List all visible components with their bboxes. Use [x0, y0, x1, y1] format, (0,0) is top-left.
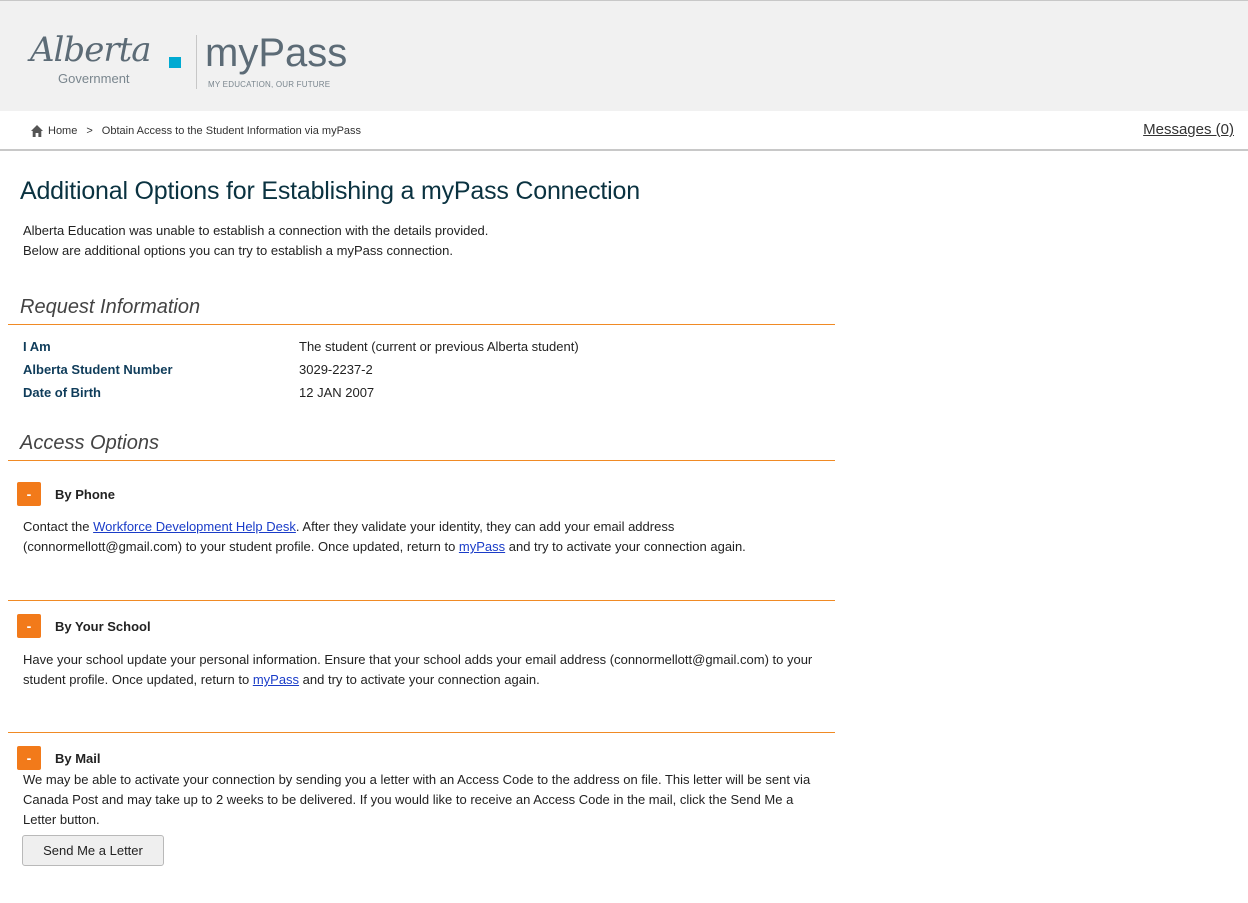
info-label: I Am	[23, 339, 51, 354]
info-label: Alberta Student Number	[23, 362, 173, 377]
alberta-logo-square	[169, 57, 181, 68]
by-school-text: Have your school update your personal in…	[23, 650, 823, 690]
mypass-link[interactable]: myPass	[459, 539, 505, 554]
by-mail-text: We may be able to activate your connecti…	[23, 772, 811, 827]
collapse-toggle-button[interactable]: -	[17, 614, 41, 638]
breadcrumb-separator: >	[86, 125, 93, 137]
page-title: Additional Options for Establishing a my…	[20, 177, 640, 205]
helpdesk-link[interactable]: Workforce Development Help Desk	[93, 519, 296, 534]
by-school-divider	[8, 732, 835, 733]
info-value: The student (current or previous Alberta…	[299, 339, 579, 354]
intro-line-2: Below are additional options you can try…	[23, 243, 453, 258]
messages-link[interactable]: Messages (0)	[1143, 121, 1234, 139]
phone-text-part: and try to activate your connection agai…	[505, 539, 746, 554]
mypass-logo-text: myPass	[205, 31, 348, 75]
info-value: 12 JAN 2007	[299, 385, 375, 400]
breadcrumb-home-link[interactable]: Home	[48, 124, 77, 138]
alberta-mypass-logo[interactable]: Alberta Government myPass MY EDUCATION, …	[30, 31, 370, 93]
by-phone-header[interactable]: - By Phone	[17, 482, 115, 506]
request-information-divider	[8, 324, 835, 325]
request-information-heading: Request Information	[20, 296, 201, 318]
by-mail-title: By Mail	[55, 750, 101, 766]
by-phone-divider	[8, 600, 835, 601]
by-school-header[interactable]: - By Your School	[17, 614, 151, 638]
send-me-a-letter-button[interactable]: Send Me a Letter	[22, 835, 164, 866]
intro-text: Alberta Education was unable to establis…	[23, 221, 488, 261]
government-text: Government	[58, 71, 130, 86]
by-mail-header[interactable]: - By Mail	[17, 746, 101, 770]
access-options-heading: Access Options	[20, 432, 159, 454]
intro-line-1: Alberta Education was unable to establis…	[23, 223, 489, 238]
access-options-divider	[8, 460, 835, 461]
breadcrumb-bar: Home > Obtain Access to the Student Info…	[0, 111, 1248, 151]
alberta-logo-text: Alberta	[30, 30, 151, 70]
home-icon[interactable]	[30, 124, 44, 138]
by-phone-text: Contact the Workforce Development Help D…	[23, 517, 823, 557]
phone-text-part: Contact the	[23, 519, 94, 534]
breadcrumb-current: Obtain Access to the Student Information…	[101, 125, 362, 137]
by-phone-title: By Phone	[55, 486, 115, 502]
logo-divider	[196, 35, 197, 89]
mypass-tagline: MY EDUCATION, OUR FUTURE	[208, 80, 331, 89]
by-school-title: By Your School	[55, 618, 151, 634]
collapse-toggle-button[interactable]: -	[17, 746, 41, 770]
collapse-toggle-button[interactable]: -	[17, 482, 41, 506]
mypass-link[interactable]: myPass	[253, 672, 299, 687]
info-label: Date of Birth	[23, 385, 101, 400]
info-value: 3029-2237-2	[299, 362, 373, 377]
site-header: Alberta Government myPass MY EDUCATION, …	[0, 0, 1248, 111]
breadcrumb: Home > Obtain Access to the Student Info…	[30, 124, 361, 138]
school-text-part: and try to activate your connection agai…	[299, 672, 540, 687]
